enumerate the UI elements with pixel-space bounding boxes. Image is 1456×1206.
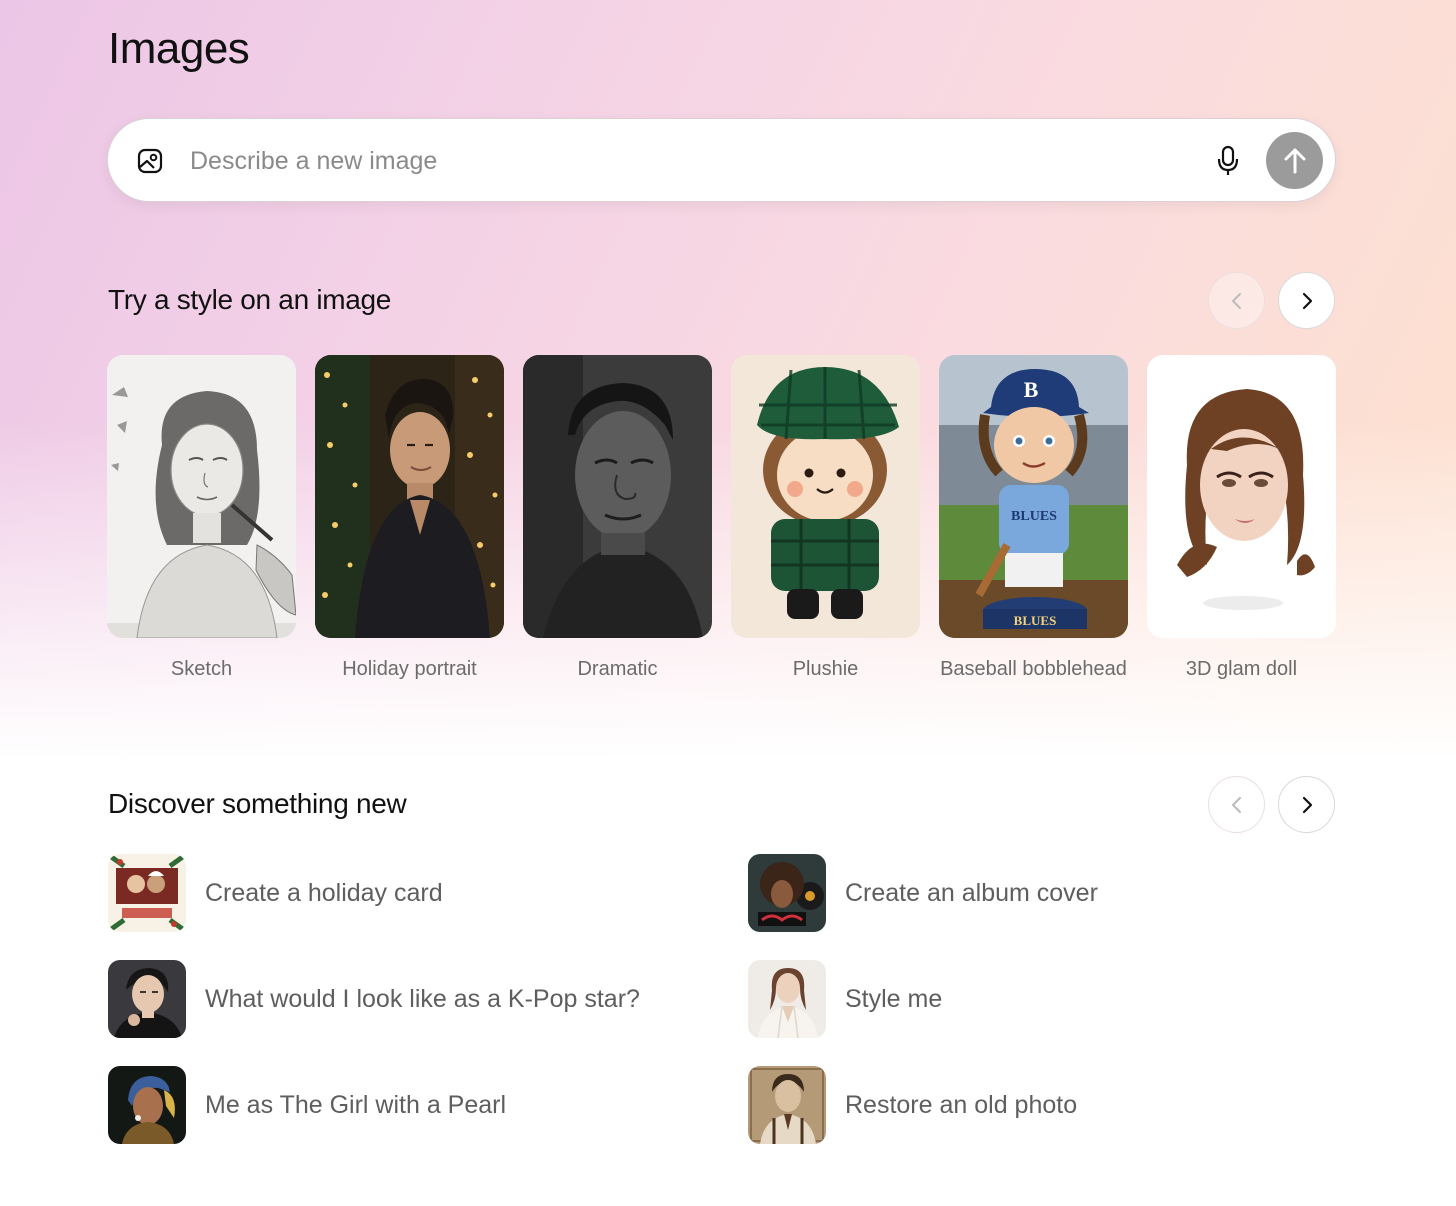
microphone-icon[interactable] <box>1213 145 1243 177</box>
style-thumb-baseball-bobblehead: B BLUES BLUES <box>939 355 1128 638</box>
discover-item-kpop-star[interactable]: What would I look like as a K-Pop star? <box>108 960 640 1038</box>
discover-next-button[interactable] <box>1278 776 1335 833</box>
style-label: 3D glam doll <box>1185 658 1298 680</box>
discover-thumb <box>748 1066 826 1144</box>
chevron-right-icon <box>1302 796 1312 813</box>
style-card-3d-glam-doll[interactable]: 3D glam doll <box>1147 355 1336 682</box>
discover-list: Create a holiday card Create an album co… <box>108 854 1208 1154</box>
discover-thumb <box>108 960 186 1038</box>
prompt-input[interactable] <box>190 139 1190 183</box>
style-label: Plushie <box>792 658 859 680</box>
arrow-up-icon <box>1284 148 1305 173</box>
style-label: Sketch <box>170 658 233 680</box>
page-title: Images <box>108 24 250 73</box>
discover-item-girl-with-pearl[interactable]: Me as The Girl with a Pearl <box>108 1066 506 1144</box>
discover-label: Create an album cover <box>845 878 1098 907</box>
style-card-baseball-bobblehead[interactable]: B BLUES BLUES Baseball bobblehead <box>939 355 1128 682</box>
chevron-left-icon <box>1231 292 1241 309</box>
discover-thumb <box>748 854 826 932</box>
discover-label: What would I look like as a K-Pop star? <box>205 984 640 1013</box>
style-thumb-dramatic <box>523 355 712 638</box>
send-button[interactable] <box>1266 132 1323 189</box>
styles-next-button[interactable] <box>1278 272 1335 329</box>
jersey-text: BLUES <box>1011 509 1057 524</box>
style-label: Holiday portrait <box>342 658 477 680</box>
discover-label: Create a holiday card <box>205 878 443 907</box>
discover-item-album-cover[interactable]: Create an album cover <box>748 854 1098 932</box>
style-thumb-plushie <box>731 355 920 638</box>
styles-carousel: Sketch Holiday portrait Dramatic Plushie… <box>107 355 1336 715</box>
discover-prev-button[interactable] <box>1208 776 1265 833</box>
discover-section-title: Discover something new <box>108 788 407 819</box>
discover-thumb <box>108 1066 186 1144</box>
styles-prev-button[interactable] <box>1208 272 1265 329</box>
discover-thumb <box>108 854 186 932</box>
discover-label: Restore an old photo <box>845 1090 1078 1119</box>
style-card-dramatic[interactable]: Dramatic <box>523 355 712 682</box>
discover-label: Me as The Girl with a Pearl <box>205 1090 507 1119</box>
style-thumb-holiday-portrait <box>315 355 504 638</box>
discover-item-restore-photo[interactable]: Restore an old photo <box>748 1066 1077 1144</box>
discover-label: Style me <box>845 984 943 1013</box>
prompt-bar <box>107 118 1336 202</box>
style-label: Dramatic <box>577 658 658 680</box>
chevron-right-icon <box>1302 292 1312 309</box>
image-icon[interactable] <box>136 147 164 175</box>
discover-thumb <box>748 960 826 1038</box>
style-thumb-sketch <box>107 355 296 638</box>
style-label: Baseball bobblehead <box>940 658 1127 680</box>
styles-section-title: Try a style on an image <box>108 284 392 315</box>
style-thumb-3d-glam-doll <box>1147 355 1336 638</box>
chevron-left-icon <box>1231 796 1241 813</box>
cap-letter: B <box>1024 377 1039 402</box>
discover-item-style-me[interactable]: Style me <box>748 960 942 1038</box>
style-card-holiday-portrait[interactable]: Holiday portrait <box>315 355 504 682</box>
style-card-plushie[interactable]: Plushie <box>731 355 920 682</box>
style-card-sketch[interactable]: Sketch <box>107 355 296 682</box>
base-text: BLUES <box>1014 613 1057 628</box>
discover-item-holiday-card[interactable]: Create a holiday card <box>108 854 443 932</box>
